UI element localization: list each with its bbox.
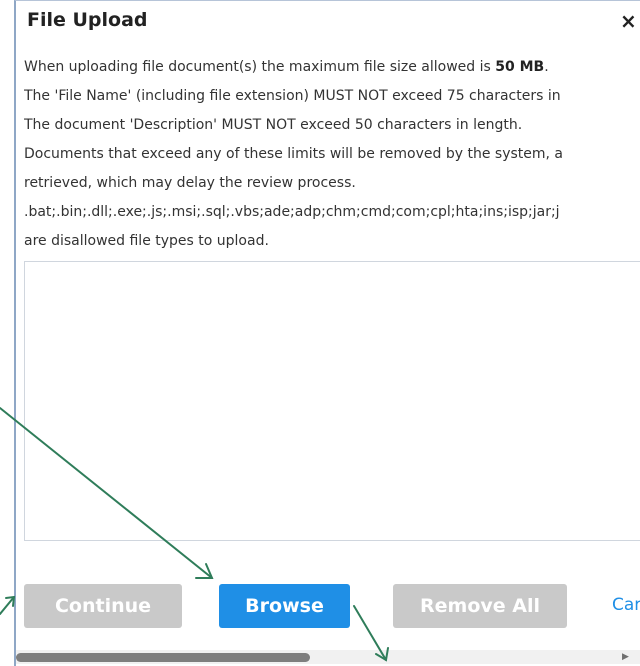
screenshot-stage: File Upload × When uploading file docume… xyxy=(0,0,640,666)
close-icon[interactable]: × xyxy=(620,9,637,33)
browse-button[interactable]: Browse xyxy=(219,584,350,628)
dialog-title: File Upload xyxy=(27,9,148,31)
continue-button[interactable]: Continue xyxy=(24,584,182,628)
cancel-link[interactable]: Car xyxy=(612,595,640,615)
instruction-max-size-text: When uploading file document(s) the maxi… xyxy=(24,59,496,75)
scroll-right-arrow-icon[interactable]: ▶ xyxy=(622,652,629,662)
instruction-max-size-end: . xyxy=(544,59,549,75)
upload-instructions: When uploading file document(s) the maxi… xyxy=(24,53,640,256)
file-upload-dialog: File Upload × When uploading file docume… xyxy=(14,0,640,666)
instruction-review: retrieved, which may delay the review pr… xyxy=(24,175,356,191)
instruction-max-size: When uploading file document(s) the maxi… xyxy=(24,53,640,82)
annotation-arrowhead-continue xyxy=(5,595,16,607)
instruction-limits: Documents that exceed any of these limit… xyxy=(24,146,563,162)
horizontal-scrollbar[interactable] xyxy=(16,650,640,664)
file-list-area[interactable] xyxy=(24,261,640,541)
instruction-description: The document 'Description' MUST NOT exce… xyxy=(24,117,523,133)
instruction-file-name: The 'File Name' (including file extensio… xyxy=(24,88,561,104)
remove-all-button[interactable]: Remove All xyxy=(393,584,567,628)
annotation-arrow-to-continue xyxy=(0,596,15,615)
scrollbar-thumb[interactable] xyxy=(16,653,310,662)
disallowed-extensions: .bat;.bin;.dll;.exe;.js;.msi;.sql;.vbs;a… xyxy=(24,204,560,220)
max-size-value: 50 MB xyxy=(495,59,545,75)
disallowed-note: are disallowed file types to upload. xyxy=(24,233,269,249)
